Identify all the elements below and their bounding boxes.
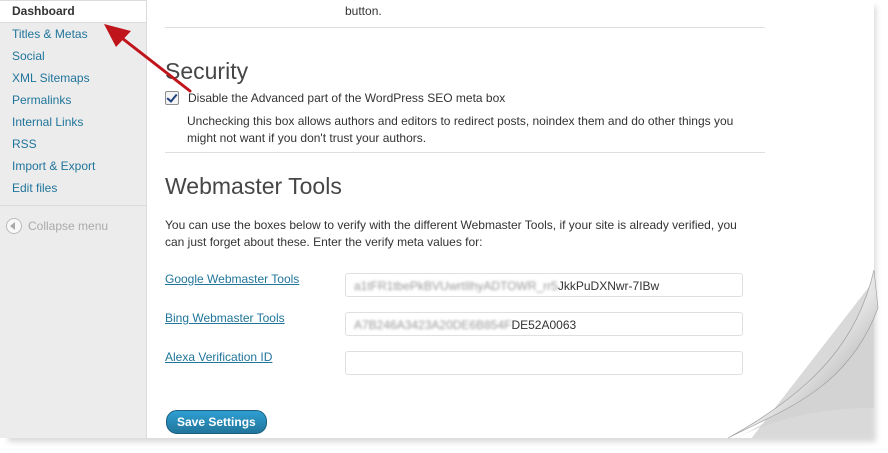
disable-advanced-label[interactable]: Disable the Advanced part of the WordPre… [188, 91, 505, 105]
security-description: Unchecking this box allows authors and e… [187, 114, 734, 145]
alexa-verify-input[interactable] [345, 351, 743, 375]
sidebar-item-xml-sitemaps[interactable]: XML Sitemaps [0, 67, 146, 89]
bing-verify-value-redacted: A7B246A3423A20DE6B854F [354, 318, 512, 332]
previous-description-tail: button. [345, 4, 382, 18]
sidebar-item-rss[interactable]: RSS [0, 133, 146, 155]
sidebar-item-edit-files[interactable]: Edit files [0, 177, 146, 199]
security-heading: Security [165, 58, 249, 84]
collapse-arrow-icon [6, 218, 22, 234]
security-option-row: Disable the Advanced part of the WordPre… [165, 91, 505, 105]
sidebar-divider [0, 205, 146, 206]
webmaster-intro: You can use the boxes below to verify wi… [165, 218, 737, 249]
collapse-menu-label: Collapse menu [28, 219, 109, 233]
section-divider [165, 152, 765, 153]
sidebar-item-titles-metas[interactable]: Titles & Metas [0, 23, 146, 45]
google-verify-value: JkkPuDXNwr-7IBw [557, 279, 660, 293]
sidebar-item-internal-links[interactable]: Internal Links [0, 111, 146, 133]
bing-verify-value: DE52A0063 [511, 318, 577, 332]
sidebar-item-social[interactable]: Social [0, 45, 146, 67]
google-verify-value-redacted: a1tFR1tbePkBVUwrtIlhyADTOWR_rr5 [354, 279, 558, 293]
admin-sidebar: Dashboard Titles & Metas Social XML Site… [0, 0, 147, 438]
sidebar-item-import-export[interactable]: Import & Export [0, 155, 146, 177]
bing-verify-input[interactable]: A7B246A3423A20DE6B854FDE52A0063 [345, 312, 743, 336]
sidebar-item-dashboard[interactable]: Dashboard [0, 0, 146, 23]
webmaster-tools-heading: Webmaster Tools [165, 173, 342, 199]
google-webmaster-label[interactable]: Google Webmaster Tools [165, 272, 299, 286]
bing-webmaster-label[interactable]: Bing Webmaster Tools [165, 311, 285, 325]
collapse-menu-button[interactable]: Collapse menu [6, 218, 108, 234]
sidebar-item-permalinks[interactable]: Permalinks [0, 89, 146, 111]
section-divider [165, 27, 765, 28]
disable-advanced-checkbox[interactable] [165, 91, 179, 105]
page-curl-graphic [727, 269, 879, 439]
alexa-verification-label[interactable]: Alexa Verification ID [165, 350, 272, 364]
google-verify-input[interactable]: a1tFR1tbePkBVUwrtIlhyADTOWR_rr5JkkPuDXNw… [345, 273, 743, 297]
save-settings-button[interactable]: Save Settings [166, 410, 267, 434]
